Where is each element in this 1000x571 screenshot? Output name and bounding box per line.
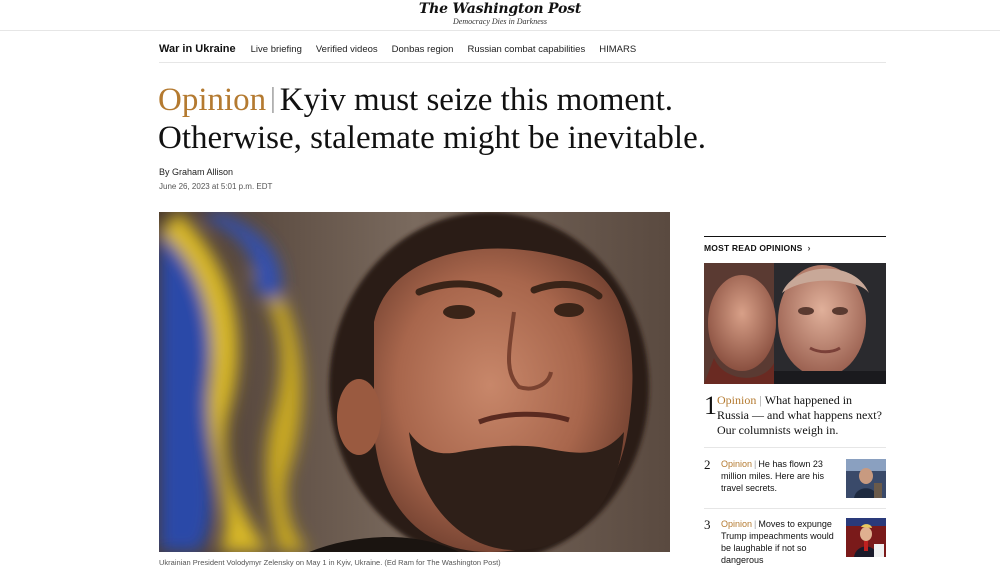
byline-prefix: By xyxy=(159,167,170,177)
byline: By Graham Allison xyxy=(159,167,233,177)
article-headline: Opinion | Kyiv must seize this moment. Oth… xyxy=(158,82,798,157)
hero-image xyxy=(159,212,670,552)
most-read-heading[interactable]: MOST READ OPINIONS › xyxy=(704,243,886,253)
divider xyxy=(704,447,886,448)
most-read-item-1[interactable]: 1 Opinion | What happened in Russia — and … xyxy=(704,393,886,438)
section-nav: War in Ukraine Live briefing Verified vi… xyxy=(159,36,886,63)
most-read-lead-image[interactable] xyxy=(704,263,886,384)
nav-section-title[interactable]: War in Ukraine xyxy=(159,43,236,55)
masthead: The Washington Post Democracy Dies in Da… xyxy=(0,0,1000,31)
item-2-thumbnail[interactable] xyxy=(846,459,886,498)
site-logo[interactable]: The Washington Post xyxy=(0,1,1000,17)
publish-date: June 26, 2023 at 5:01 p.m. EDT xyxy=(159,182,273,191)
kicker-divider: | xyxy=(759,393,762,407)
site-tagline: Democracy Dies in Darkness xyxy=(453,17,547,26)
opinion-kicker[interactable]: Opinion xyxy=(158,82,266,118)
nav-link-russian-combat[interactable]: Russian combat capabilities xyxy=(467,44,585,55)
kicker-divider: | xyxy=(754,459,757,469)
item-1-text: Opinion | What happened in Russia — and wh… xyxy=(717,393,886,438)
nav-link-verified-videos[interactable]: Verified videos xyxy=(316,44,378,55)
author-link[interactable]: Graham Allison xyxy=(172,167,233,177)
most-read-title: MOST READ OPINIONS xyxy=(704,243,803,253)
kicker-divider: | xyxy=(754,519,757,529)
kicker-divider: | xyxy=(270,83,276,114)
most-read-sidebar: MOST READ OPINIONS › 1 Opinion | What ha… xyxy=(704,236,886,565)
item-3-text: Opinion | Moves to expunge Trump impeachme… xyxy=(721,518,846,566)
opinion-kicker: Opinion xyxy=(721,519,753,529)
item-3-thumbnail[interactable] xyxy=(846,518,886,557)
opinion-kicker: Opinion xyxy=(721,459,753,469)
rank-number: 2 xyxy=(704,457,711,472)
item-2-text: Opinion | He has flown 23 million miles. H… xyxy=(721,458,846,494)
divider xyxy=(704,508,886,509)
image-caption: Ukrainian President Volodymyr Zelensky o… xyxy=(159,558,501,567)
rank-number: 1 xyxy=(704,391,717,420)
chevron-right-icon: › xyxy=(807,243,811,253)
nav-link-live-briefing[interactable]: Live briefing xyxy=(251,44,302,55)
rank-number: 3 xyxy=(704,517,711,532)
opinion-kicker: Opinion xyxy=(717,393,757,407)
nav-link-donbas-region[interactable]: Donbas region xyxy=(392,44,454,55)
nav-link-himars[interactable]: HIMARS xyxy=(599,44,636,55)
